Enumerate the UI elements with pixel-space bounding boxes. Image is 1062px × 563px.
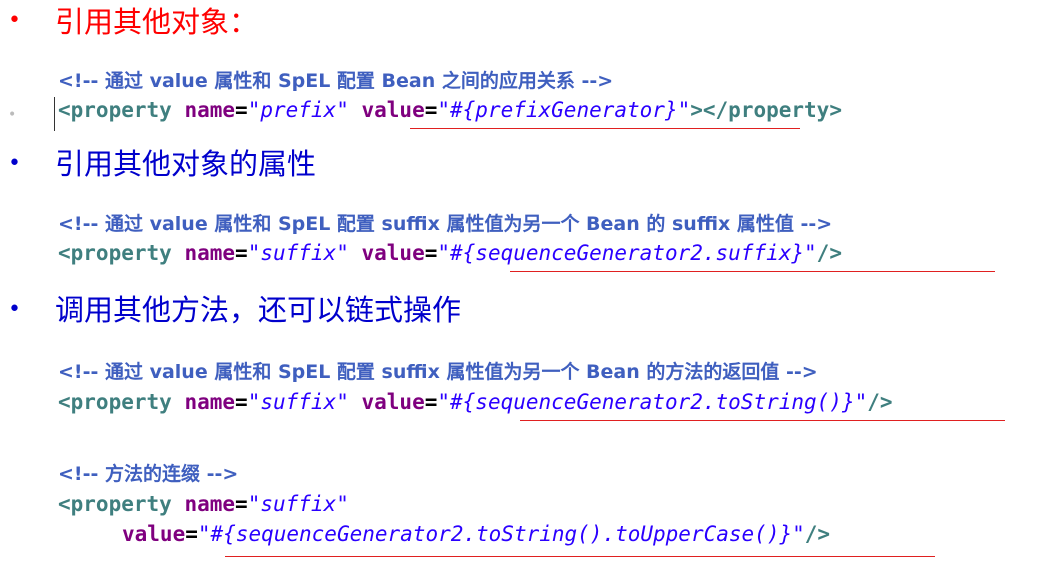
code-line-1: <property name="prefix" value="#{prefixG…: [58, 98, 842, 122]
bullet-small: •: [8, 107, 17, 123]
tag-open: <property: [58, 492, 172, 516]
value-value: "#{sequenceGenerator2.toString().toUpper…: [197, 522, 805, 546]
comment-2: <!-- 通过 value 属性和 SpEL 配置 suffix 属性值为另一个…: [58, 213, 833, 235]
tag-close: />: [804, 522, 831, 546]
heading-call-methods: 调用其他方法，还可以链式操作: [55, 293, 462, 327]
attr-name: name: [184, 390, 236, 414]
code-line-3: <property name="suffix" value="#{sequenc…: [58, 390, 893, 414]
attr-value: value: [361, 98, 425, 122]
heading-reference-property: 引用其他对象的属性: [55, 147, 317, 181]
bullet-2: •: [8, 151, 21, 176]
name-value: "suffix": [247, 492, 349, 516]
attr-value: value: [122, 522, 186, 546]
underline-3: [520, 420, 1005, 421]
tag-open: <property: [58, 98, 172, 122]
comment-4: <!-- 方法的连缀 -->: [58, 463, 239, 485]
heading-reference-object: 引用其他对象：: [55, 5, 259, 39]
underline-1: [410, 128, 800, 129]
comment-3: <!-- 通过 value 属性和 SpEL 配置 suffix 属性值为另一个…: [58, 361, 818, 383]
value-value: "#{prefixGenerator}": [437, 98, 691, 122]
underline-4: [225, 556, 935, 557]
name-value: "suffix": [247, 390, 349, 414]
attr-value: value: [361, 241, 425, 265]
tag-open: <property: [58, 241, 172, 265]
underline-2: [510, 271, 995, 272]
name-value: "suffix": [247, 241, 349, 265]
code-line-4a: <property name="suffix": [58, 492, 349, 516]
attr-name: name: [184, 492, 236, 516]
text-cursor: [54, 97, 55, 131]
code-line-2: <property name="suffix" value="#{sequenc…: [58, 241, 842, 265]
value-value: "#{sequenceGenerator2.toString()}": [437, 390, 868, 414]
bullet-1: •: [8, 8, 21, 33]
tag-open: <property: [58, 390, 172, 414]
attr-name: name: [184, 98, 236, 122]
name-value: "prefix": [247, 98, 349, 122]
code-line-4b: value="#{sequenceGenerator2.toString().t…: [122, 522, 831, 546]
bullet-3: •: [8, 297, 21, 322]
tag-close: />: [867, 390, 893, 414]
comment-1: <!-- 通过 value 属性和 SpEL 配置 Bean 之间的应用关系 -…: [58, 70, 614, 92]
value-value: "#{sequenceGenerator2.suffix}": [437, 241, 817, 265]
tag-close: />: [816, 241, 842, 265]
attr-value: value: [361, 390, 425, 414]
attr-name: name: [184, 241, 236, 265]
tag-close: ></property>: [690, 98, 842, 122]
